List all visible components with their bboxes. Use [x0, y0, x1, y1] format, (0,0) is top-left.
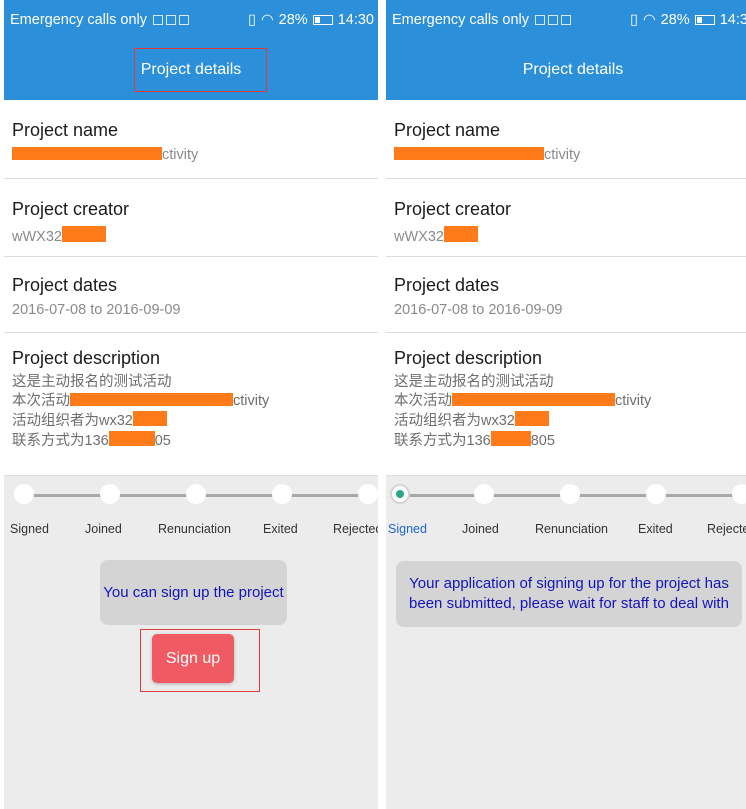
description-line: 活动组织者为wx32: [12, 411, 378, 431]
notification-icons: [153, 15, 189, 25]
redaction: [70, 393, 233, 406]
wifi-icon: ◠: [261, 12, 274, 28]
redaction: [132, 411, 167, 426]
step-label-signed: Signed: [10, 522, 49, 536]
carrier-text: Emergency calls only: [10, 12, 147, 28]
notification-icon: [166, 15, 176, 25]
project-dates-value: 2016-07-08 to 2016-09-09: [394, 302, 563, 318]
project-name-value: ctivity: [394, 147, 746, 163]
notification-icon: [179, 15, 189, 25]
project-name-field: Project name ctivity: [386, 100, 746, 179]
app-header: Project details: [386, 40, 746, 100]
highlight-box: [140, 629, 260, 692]
project-name-value: ctivity: [12, 147, 378, 163]
description-line: 本次活动 ctivity: [394, 393, 652, 409]
timeline-step-dot-active: [390, 484, 410, 504]
description-line: 联系方式为136 805: [394, 431, 555, 449]
notification-icon: [561, 15, 571, 25]
project-dates-field: Project dates 2016-07-08 to 2016-09-09: [4, 257, 378, 333]
description-line: 活动组织者为wx32: [394, 411, 746, 431]
carrier-text: Emergency calls only: [392, 12, 529, 28]
redaction: [61, 226, 106, 242]
redaction: [394, 147, 544, 160]
timeline-step-dot: [732, 484, 746, 504]
step-label-exited: Exited: [638, 522, 673, 536]
wifi-icon: ◠: [643, 12, 656, 28]
vibrate-icon: ▯: [248, 12, 257, 28]
timeline-step-dot: [358, 484, 378, 504]
redaction: [108, 431, 155, 446]
project-name-label: Project name: [12, 120, 119, 140]
project-name-field: Project name ctivity: [4, 100, 378, 179]
project-name-label: Project name: [394, 120, 501, 140]
timeline-step-dot: [474, 484, 494, 504]
screen-after-signup: Emergency calls only ▯ ◠ 28% 14:30 Proje…: [386, 0, 746, 809]
battery-percent: 28%: [660, 12, 690, 28]
redaction: [443, 226, 478, 242]
description-line: 本次活动 ctivity: [12, 393, 270, 409]
project-creator-field: Project creator wWX32: [4, 179, 378, 257]
notification-icon: [548, 15, 558, 25]
description-line: 联系方式为136 05: [12, 431, 171, 449]
timeline-step-dot: [14, 484, 34, 504]
project-creator-label: Project creator: [12, 199, 130, 219]
timeline-step-dot: [100, 484, 120, 504]
notification-icon: [153, 15, 163, 25]
project-creator-value: wWX32: [12, 226, 378, 245]
screen-before-signup: Emergency calls only ▯ ◠ 28% 14:30 Proje…: [4, 0, 378, 809]
submission-status-message: Your application of signing up for the p…: [396, 561, 742, 627]
battery-icon: [312, 15, 333, 25]
step-label-joined: Joined: [85, 522, 122, 536]
project-description-label: Project description: [12, 348, 161, 368]
project-creator-field: Project creator wWX32: [386, 179, 746, 257]
status-right: ▯ ◠ 28% 14:30: [248, 12, 374, 28]
app-header: Project details: [4, 40, 378, 100]
status-panel: Signed Joined Renunciation Exited Reject…: [386, 476, 746, 809]
project-creator-value: wWX32: [394, 226, 746, 245]
step-label-rejected: Rejected: [333, 522, 378, 536]
redaction: [514, 411, 549, 426]
step-label-joined: Joined: [462, 522, 499, 536]
project-description-label: Project description: [394, 348, 543, 368]
project-dates-label: Project dates: [394, 275, 500, 295]
redaction: [490, 431, 531, 446]
project-description-field: Project description 这是主动报名的测试活动 本次活动 ctiv…: [386, 333, 746, 476]
clock: 14:30: [337, 12, 374, 28]
notification-icon: [535, 15, 545, 25]
vibrate-icon: ▯: [630, 12, 639, 28]
timeline-step-dot: [272, 484, 292, 504]
project-description-field: Project description 这是主动报名的测试活动 本次活动 ctiv…: [4, 333, 378, 476]
step-label-renunciation: Renunciation: [535, 522, 608, 536]
status-panel: Signed Joined Renunciation Exited Reject…: [4, 476, 378, 809]
status-bar: Emergency calls only ▯ ◠ 28% 14:30: [386, 0, 746, 40]
status-right: ▯ ◠ 28% 14:30: [630, 12, 746, 28]
highlight-box: [134, 48, 267, 92]
step-label-exited: Exited: [263, 522, 298, 536]
project-dates-value: 2016-07-08 to 2016-09-09: [12, 302, 181, 318]
project-dates-label: Project dates: [12, 275, 118, 295]
timeline-step-dot: [186, 484, 206, 504]
step-label-signed: Signed: [388, 522, 427, 536]
timeline-step-dot: [646, 484, 666, 504]
status-bar: Emergency calls only ▯ ◠ 28% 14:30: [4, 0, 378, 40]
step-label-renunciation: Renunciation: [158, 522, 231, 536]
progress-timeline: [386, 476, 746, 516]
progress-timeline: [4, 476, 378, 516]
description-line: 这是主动报名的测试活动: [12, 374, 172, 390]
redaction: [452, 393, 615, 406]
notification-icons: [535, 15, 571, 25]
timeline-step-dot: [560, 484, 580, 504]
project-dates-field: Project dates 2016-07-08 to 2016-09-09: [386, 257, 746, 333]
clock: 14:30: [719, 12, 746, 28]
description-line: 这是主动报名的测试活动: [394, 374, 554, 390]
battery-percent: 28%: [278, 12, 308, 28]
step-label-rejected: Rejecte: [707, 522, 746, 536]
redaction: [12, 147, 162, 160]
page-title: Project details: [522, 61, 624, 78]
battery-icon: [694, 15, 715, 25]
signup-status-message: You can sign up the project: [100, 560, 287, 625]
project-creator-label: Project creator: [394, 199, 512, 219]
